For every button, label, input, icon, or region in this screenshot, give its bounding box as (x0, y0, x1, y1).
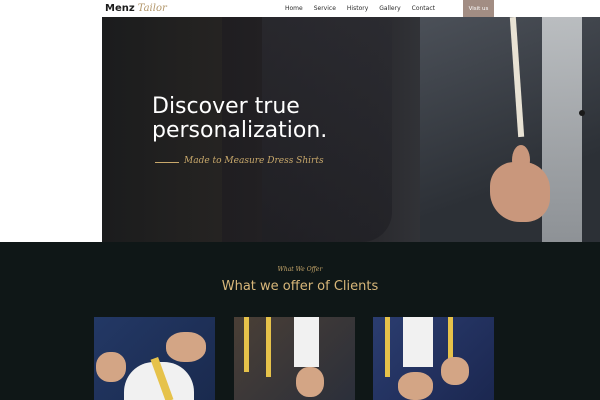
hero-left-blank (0, 17, 102, 242)
card-shirt (294, 317, 319, 367)
nav-link-gallery[interactable]: Gallery (379, 5, 400, 12)
offer-title: What we offer of Clients (221, 279, 379, 294)
card-hand (296, 367, 324, 397)
card-tape (266, 317, 271, 377)
nav-link-contact[interactable]: Contact (412, 5, 435, 12)
hero-jacket-button (579, 110, 585, 116)
card-hand (96, 352, 126, 382)
visit-us-button[interactable]: Visit us (463, 0, 494, 17)
nav-links: Home Service History Gallery Contact (285, 0, 446, 17)
nav-link-history[interactable]: History (347, 5, 368, 12)
service-card-3[interactable] (373, 317, 494, 400)
card-hand (398, 372, 433, 400)
service-card-2[interactable] (234, 317, 355, 400)
offer-eyebrow: What We Offer (277, 266, 323, 273)
card-tape (244, 317, 249, 372)
hero-divider (155, 162, 179, 163)
card-tape (385, 317, 390, 377)
logo-main-text: Menz (105, 3, 135, 14)
nav-link-service[interactable]: Service (314, 5, 336, 12)
hero-title: Discover true personalization. (152, 94, 328, 143)
card-shirt (403, 317, 433, 367)
service-card-1[interactable] (94, 317, 215, 400)
logo-script-text: Tailor (137, 3, 167, 14)
nav-link-home[interactable]: Home (285, 5, 303, 12)
card-hand (166, 332, 206, 362)
card-hand (441, 357, 469, 385)
hero-shirt (542, 17, 582, 242)
navbar: Menz Tailor Home Service History Gallery … (0, 0, 600, 17)
logo[interactable]: Menz Tailor (105, 2, 167, 15)
hero-hand (490, 162, 550, 222)
hero-subtitle: Made to Measure Dress Shirts (184, 156, 324, 166)
